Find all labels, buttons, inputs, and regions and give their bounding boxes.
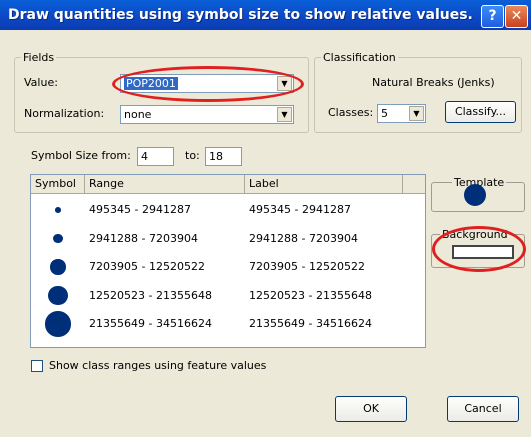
range-cell: 12520523 - 21355648 [89,288,212,302]
range-cell: 2941288 - 7203904 [89,231,198,245]
table-row[interactable]: 7203905 - 12520522 7203905 - 12520522 [31,254,425,282]
window-title: Draw quantities using symbol size to sho… [8,7,473,23]
classify-button[interactable]: Classify... [445,101,516,123]
value-highlight-annotation [112,66,304,102]
symbol-size-to-label: to: [185,149,200,162]
normalization-selected: none [124,108,152,121]
column-header-range[interactable]: Range [85,175,245,193]
close-button[interactable]: ✕ [505,5,528,28]
ok-button[interactable]: OK [335,396,407,422]
value-label: Value: [24,76,58,89]
fields-legend: Fields [23,51,55,64]
symbol-circle[interactable] [50,259,66,275]
chevron-down-icon[interactable]: ▼ [277,107,292,122]
symbol-circle[interactable] [55,207,61,213]
normalization-dropdown[interactable]: none ▼ [120,105,294,124]
cancel-button[interactable]: Cancel [447,396,519,422]
classes-label: Classes: [328,106,374,119]
symbol-size-to-value: 18 [209,150,223,163]
symbol-circle[interactable] [45,311,71,337]
column-header-symbol[interactable]: Symbol [31,175,85,193]
show-class-ranges-checkbox[interactable] [31,360,43,372]
symbol-circle[interactable] [48,285,68,306]
label-cell: 12520523 - 21355648 [249,288,372,302]
table-header: Symbol Range Label [31,175,425,194]
class-table[interactable]: Symbol Range Label 495345 - 2941287 49534… [30,174,426,348]
table-row[interactable]: 2941288 - 7203904 2941288 - 7203904 [31,226,425,254]
range-cell: 7203905 - 12520522 [89,260,205,273]
table-row[interactable]: 21355649 - 34516624 21355649 - 34516624 [31,311,425,339]
symbol-size-from-input[interactable]: 4 [137,147,174,166]
normalization-label: Normalization: [24,107,105,120]
symbol-size-from-label: Symbol Size from: [31,149,131,162]
background-highlight-annotation [432,226,526,272]
classes-value: 5 [381,107,388,120]
symbol-size-to-input[interactable]: 18 [205,147,242,166]
label-cell: 21355649 - 34516624 [249,317,372,330]
label-cell: 2941288 - 7203904 [249,231,358,245]
table-row[interactable]: 495345 - 2941287 495345 - 2941287 [31,197,425,225]
label-cell: 495345 - 2941287 [249,203,351,216]
chevron-down-icon[interactable]: ▼ [409,106,424,121]
classification-legend: Classification [323,51,396,64]
table-row[interactable]: 12520523 - 21355648 12520523 - 21355648 [31,283,425,311]
template-symbol[interactable] [464,184,486,206]
show-class-ranges-label[interactable]: Show class ranges using feature values [49,359,266,372]
dialog-window: Draw quantities using symbol size to sho… [0,0,531,437]
column-header-filler [403,175,425,193]
label-cell: 7203905 - 12520522 [249,260,365,273]
symbol-circle[interactable] [53,233,63,244]
symbol-size-from-value: 4 [141,150,148,163]
classification-method: Natural Breaks (Jenks) [372,76,495,89]
range-cell: 495345 - 2941287 [89,203,191,216]
help-button[interactable]: ? [481,5,504,28]
range-cell: 21355649 - 34516624 [89,317,212,330]
classes-dropdown[interactable]: 5 ▼ [377,104,426,123]
column-header-label[interactable]: Label [245,175,403,193]
title-bar[interactable]: Draw quantities using symbol size to sho… [0,0,531,30]
